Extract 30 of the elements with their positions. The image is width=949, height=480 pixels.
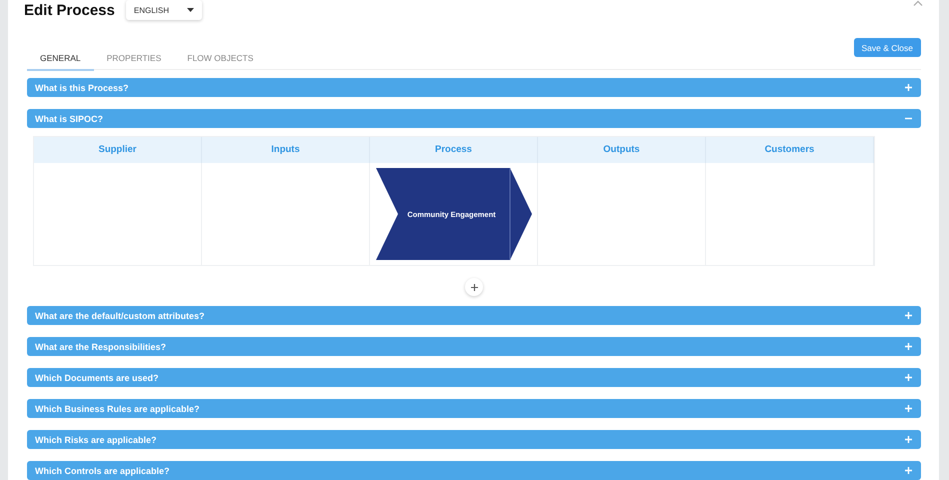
accordion-header[interactable]: Which Documents are used?	[27, 368, 921, 387]
plus-icon	[905, 467, 912, 474]
language-dropdown[interactable]: ENGLISH	[126, 0, 202, 20]
accordion-header[interactable]: Which Risks are applicable?	[27, 430, 921, 449]
plus-icon	[905, 405, 912, 412]
column-header: Outputs	[538, 137, 706, 163]
tab[interactable]: PROPERTIES	[94, 50, 174, 71]
add-button[interactable]	[465, 278, 483, 296]
tab[interactable]: GENERAL	[27, 50, 94, 71]
minus-icon	[905, 115, 912, 122]
tab[interactable]: FLOW OBJECTS	[174, 50, 266, 71]
column-header: Supplier	[34, 137, 202, 163]
plus-icon	[905, 343, 912, 350]
dialog-title: Edit Process	[24, 2, 115, 18]
accordion-header[interactable]: What are the default/custom attributes?	[27, 306, 921, 325]
plus-icon	[470, 284, 478, 290]
plus-icon	[905, 312, 912, 319]
column-header: Customers	[706, 137, 874, 163]
accordion-header[interactable]: What are the Responsibilities?	[27, 337, 921, 356]
plus-icon	[905, 436, 912, 443]
plus-icon	[905, 374, 912, 381]
accordion-header[interactable]: Which Business Rules are applicable?	[27, 399, 921, 418]
accordion-header[interactable]: Which Controls are applicable?	[27, 461, 921, 480]
save-close-button[interactable]: Save & Close	[854, 38, 921, 57]
accordion-header[interactable]: What is SIPOC?	[27, 109, 921, 128]
column-header: Process	[370, 137, 538, 163]
accordion-header[interactable]: What is this Process?	[27, 78, 921, 97]
plus-icon	[905, 84, 912, 91]
caret-icon	[187, 8, 194, 12]
column-header: Inputs	[202, 137, 370, 163]
